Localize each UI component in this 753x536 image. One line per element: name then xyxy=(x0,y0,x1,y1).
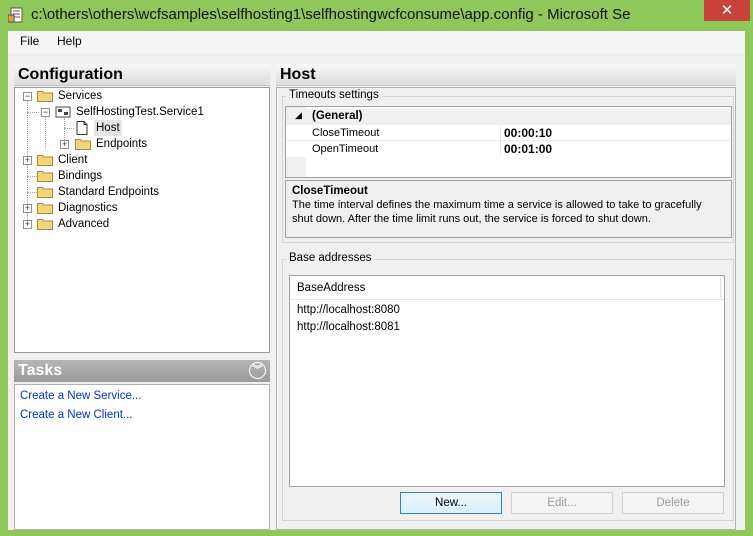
folder-icon xyxy=(37,219,53,230)
folder-icon xyxy=(75,139,91,150)
tasks-header: Tasks ︾ xyxy=(14,360,270,382)
column-divider xyxy=(500,125,501,157)
tree-item-service1[interactable]: − SelfHostingTest.Service1 xyxy=(15,104,265,120)
folder-icon xyxy=(37,91,53,102)
title-bar: c:\others\others\wcfsamples\selfhosting1… xyxy=(0,0,753,31)
window-title: c:\others\others\wcfsamples\selfhosting1… xyxy=(31,6,631,23)
property-category[interactable]: ◢ (General) xyxy=(286,109,731,125)
create-new-client-link[interactable]: Create a New Client... xyxy=(20,409,133,421)
expand-toggle-icon[interactable]: + xyxy=(23,204,32,213)
tasks-title: Tasks xyxy=(18,362,63,379)
configuration-header: Configuration xyxy=(14,64,270,86)
description-text: The time interval defines the maximum ti… xyxy=(292,199,702,225)
tree-item-diagnostics[interactable]: + Diagnostics xyxy=(15,200,265,216)
property-name: CloseTimeout xyxy=(312,127,380,139)
property-grid: ◢ (General) CloseTimeout 00:00:10 OpenTi… xyxy=(285,106,732,178)
tree-label: Client xyxy=(58,154,88,166)
menu-file[interactable]: File xyxy=(20,34,39,48)
base-addresses-group-title: Base addresses xyxy=(286,252,375,264)
tree-label: SelfHostingTest.Service1 xyxy=(76,106,204,118)
tree-label: Bindings xyxy=(58,170,103,182)
property-value[interactable]: 00:01:00 xyxy=(504,141,552,157)
tree-item-standard-endpoints[interactable]: Standard Endpoints xyxy=(15,184,265,200)
timeouts-group-title: Timeouts settings xyxy=(286,89,382,101)
folder-icon xyxy=(37,171,53,182)
list-item[interactable]: http://localhost:8081 xyxy=(297,321,400,333)
configuration-tree: − Services − SelfHostingTest.Service1 Ho… xyxy=(14,87,270,353)
tree-item-bindings[interactable]: Bindings xyxy=(15,168,265,184)
delete-button[interactable]: Delete xyxy=(622,492,724,514)
folder-icon xyxy=(37,155,53,166)
property-description: CloseTimeout The time interval defines t… xyxy=(285,180,732,238)
expand-toggle-icon[interactable]: + xyxy=(60,140,69,149)
tree-label: Standard Endpoints xyxy=(58,186,160,198)
tree-label: Services xyxy=(58,90,103,102)
description-title: CloseTimeout xyxy=(292,185,368,197)
collapse-triangle-icon[interactable]: ◢ xyxy=(295,110,302,121)
tree-label: Advanced xyxy=(58,218,110,230)
property-row-opentimeout[interactable]: OpenTimeout 00:01:00 xyxy=(286,141,731,157)
tree-item-endpoints[interactable]: + Endpoints xyxy=(15,136,265,152)
property-value[interactable]: 00:00:10 xyxy=(504,125,552,141)
category-label: (General) xyxy=(312,110,363,122)
tree-label: Host xyxy=(94,120,122,136)
chevron-up-icon[interactable]: ︾ xyxy=(249,362,266,379)
tree-label: Endpoints xyxy=(96,138,148,150)
expand-toggle-icon[interactable]: + xyxy=(23,156,32,165)
tree-item-host[interactable]: Host xyxy=(15,120,265,136)
column-divider xyxy=(720,278,721,298)
menu-help[interactable]: Help xyxy=(57,34,82,48)
tree-item-client[interactable]: + Client xyxy=(15,152,265,168)
service-icon xyxy=(55,106,71,118)
property-name: OpenTimeout xyxy=(312,143,379,155)
base-address-list[interactable]: BaseAddress http://localhost:8080 http:/… xyxy=(289,275,725,487)
document-icon xyxy=(76,121,88,135)
list-item[interactable]: http://localhost:8080 xyxy=(297,304,400,316)
column-header-baseaddress[interactable]: BaseAddress xyxy=(290,276,724,300)
create-new-service-link[interactable]: Create a New Service... xyxy=(20,390,141,402)
tree-item-services[interactable]: − Services xyxy=(15,88,265,104)
close-window-button[interactable]: ✕ xyxy=(704,0,750,21)
edit-button[interactable]: Edit... xyxy=(511,492,613,514)
collapse-toggle-icon[interactable]: − xyxy=(41,108,50,117)
host-header: Host xyxy=(276,64,736,86)
new-button[interactable]: New... xyxy=(400,492,502,514)
expand-toggle-icon[interactable]: + xyxy=(23,220,32,229)
tasks-panel: Create a New Service... Create a New Cli… xyxy=(14,384,270,530)
menu-bar: File Help xyxy=(8,31,745,53)
property-row-closetimeout[interactable]: CloseTimeout 00:00:10 xyxy=(286,125,731,141)
tree-item-advanced[interactable]: + Advanced xyxy=(15,216,265,232)
app-config-icon xyxy=(8,7,23,23)
tree-label: Diagnostics xyxy=(58,202,118,214)
folder-icon xyxy=(37,187,53,198)
folder-icon xyxy=(37,203,53,214)
collapse-toggle-icon[interactable]: − xyxy=(23,92,32,101)
